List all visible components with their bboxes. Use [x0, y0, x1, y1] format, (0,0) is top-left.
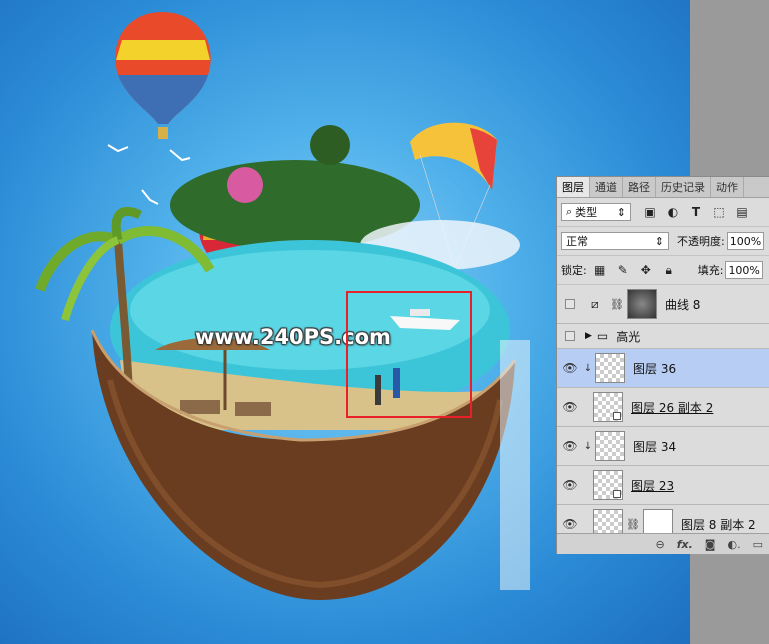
layer-name: 高光	[616, 329, 641, 344]
blend-mode-select[interactable]: 正常 ⇕	[561, 232, 669, 250]
layer-name: 图层 23	[631, 478, 675, 493]
layer-thumbnail	[595, 431, 625, 461]
layer-row[interactable]: ▶ ▭ 高光	[557, 324, 769, 349]
tab-layers[interactable]: 图层	[557, 177, 590, 197]
lock-row: 锁定: ▦ ✎ ✥ 🔒︎ 填充: 100%	[557, 256, 769, 285]
eye-icon[interactable]: 👁︎	[557, 400, 583, 414]
eye-icon[interactable]: 👁︎	[557, 439, 583, 453]
visibility-toggle[interactable]	[565, 331, 575, 341]
eye-icon[interactable]: 👁︎	[557, 361, 583, 375]
image-filter-icon[interactable]: ▣	[643, 205, 657, 219]
layer-name: 图层 36	[633, 361, 677, 376]
layer-thumbnail	[593, 392, 623, 422]
search-icon: ⌕	[566, 205, 573, 218]
adjustment-icon[interactable]: ◐.	[727, 538, 740, 551]
mask-icon[interactable]: ◙	[705, 538, 716, 551]
chevron-updown-icon: ⇕	[654, 234, 664, 248]
layer-name: 曲线 8	[664, 297, 701, 312]
curves-adjustment-icon: ⧄	[591, 296, 599, 311]
visibility-toggle[interactable]	[565, 299, 575, 309]
layer-row[interactable]: 👁︎ 图层 26 副本 2	[557, 388, 769, 427]
layer-row[interactable]: 👁︎ 图层 23	[557, 466, 769, 505]
filter-kind-label: 类型	[575, 206, 598, 219]
shape-filter-icon[interactable]: ⬚	[712, 205, 726, 219]
layer-name: 图层 8 副本 2	[680, 517, 756, 532]
folder-icon: ▭	[596, 329, 609, 343]
type-filter-icon[interactable]: T	[689, 205, 703, 219]
layer-mask-thumbnail	[626, 289, 657, 319]
lock-pixels-icon[interactable]: ✎	[616, 263, 630, 277]
eye-icon[interactable]: 👁︎	[557, 478, 583, 492]
tab-actions[interactable]: 动作	[711, 177, 744, 197]
filter-kind-select[interactable]: ⌕ 类型 ⇕	[561, 203, 631, 221]
opacity-label: 不透明度:	[677, 235, 725, 248]
layer-name: 图层 26 副本 2	[631, 400, 714, 415]
fill-input[interactable]: 100%	[725, 261, 763, 279]
layer-name: 图层 34	[633, 439, 677, 454]
layer-row[interactable]: 👁︎ ↓ 图层 36	[557, 349, 769, 388]
clipping-arrow-icon: ↓	[583, 440, 593, 452]
layer-thumbnail	[595, 353, 625, 383]
fx-icon[interactable]: fx.	[677, 538, 693, 551]
blend-row: 正常 ⇕ 不透明度: 100%	[557, 227, 769, 256]
waterfall	[500, 340, 530, 590]
tab-history[interactable]: 历史记录	[656, 177, 711, 197]
panel-footer: ⊖ fx. ◙ ◐. ▭	[557, 533, 769, 554]
lock-transparent-icon[interactable]: ▦	[593, 263, 607, 277]
smart-object-filter-icon[interactable]: ▤	[735, 205, 749, 219]
link-icon[interactable]: ⊖	[656, 538, 665, 551]
smart-object-icon	[613, 490, 621, 498]
eye-icon[interactable]: 👁︎	[557, 517, 583, 531]
layers-list: ⧄ ⛓︎ 曲线 8 ▶ ▭ 高光 👁︎ ↓ 图层 36 👁︎ 图层 26 副本 …	[557, 285, 769, 544]
adjustment-filter-icon[interactable]: ◐	[666, 205, 680, 219]
blend-mode-value: 正常	[566, 235, 588, 248]
panel-tabs: 图层 通道 路径 历史记录 动作	[557, 177, 769, 198]
hot-air-balloon-large	[115, 12, 211, 139]
lock-position-icon[interactable]: ✥	[639, 263, 653, 277]
folder-icon[interactable]: ▭	[753, 538, 763, 551]
tab-channels[interactable]: 通道	[590, 177, 623, 197]
chevron-right-icon: ▶	[585, 331, 592, 341]
layer-row[interactable]: 👁︎ ↓ 图层 34	[557, 427, 769, 466]
clipping-arrow-icon: ↓	[583, 362, 593, 374]
fill-label: 填充:	[697, 264, 724, 277]
layer-row[interactable]: ⧄ ⛓︎ 曲线 8	[557, 285, 769, 324]
link-icon: ⛓︎	[626, 517, 640, 531]
selection-rectangle	[346, 291, 472, 418]
layer-thumbnail	[593, 470, 623, 500]
link-icon: ⛓︎	[610, 297, 624, 311]
smart-object-icon	[613, 412, 621, 420]
filter-row: ⌕ 类型 ⇕ ▣ ◐ T ⬚ ▤	[557, 198, 769, 227]
opacity-input[interactable]: 100%	[726, 232, 765, 250]
chevron-updown-icon: ⇕	[616, 205, 626, 219]
tab-paths[interactable]: 路径	[623, 177, 656, 197]
lock-all-icon[interactable]: 🔒︎	[662, 263, 676, 277]
lock-label: 锁定:	[561, 264, 587, 277]
layers-panel: 图层 通道 路径 历史记录 动作 ⌕ 类型 ⇕ ▣ ◐ T ⬚ ▤ 正常 ⇕ 不…	[556, 176, 769, 554]
